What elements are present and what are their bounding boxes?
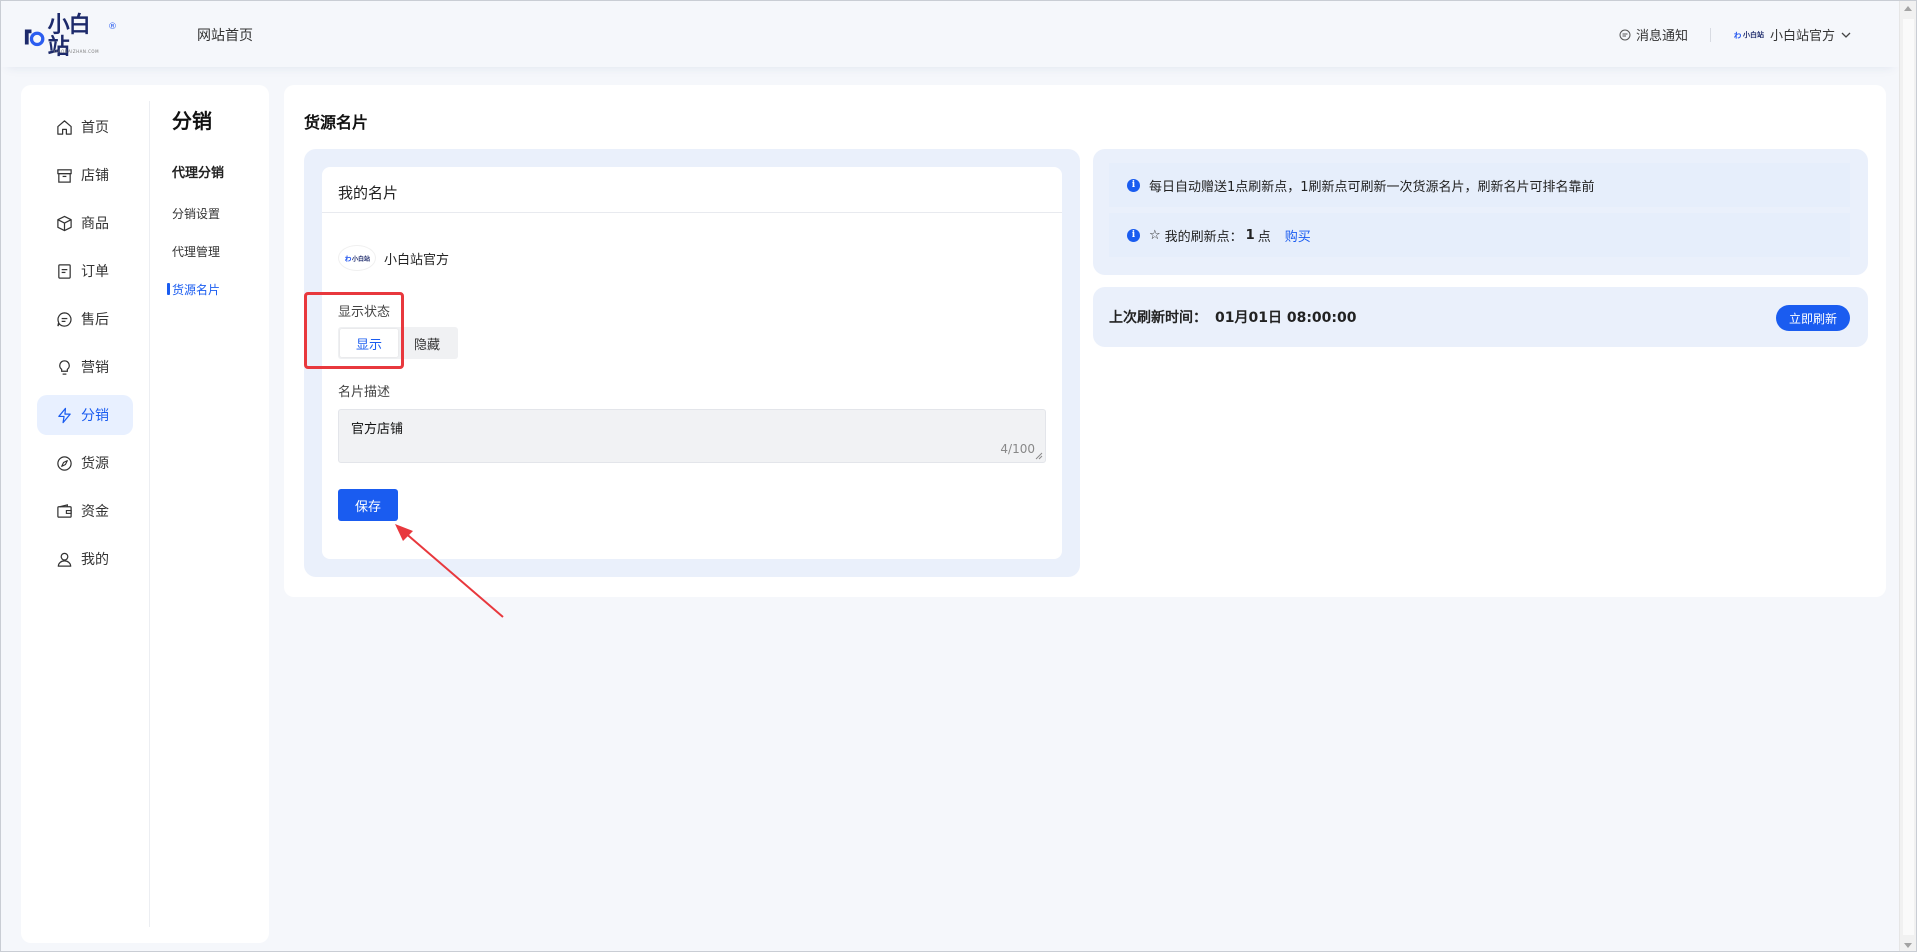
nav-home-link[interactable]: 网站首页 [197,25,253,45]
compass-icon [55,454,73,472]
status-label: 显示状态 [338,305,391,320]
star-icon: ☆ [1149,227,1161,243]
menu-item-store[interactable]: 店铺 [37,155,133,195]
points-unit: 点 [1257,229,1271,245]
message-icon [1619,29,1631,40]
header-divider [1709,27,1711,42]
box-icon [55,214,73,232]
points-value: 1 [1245,227,1255,243]
info-icon: i [1127,178,1140,192]
notice-text: 每日自动赠送1点刷新点，1刷新点可刷新一次货源名片，刷新名片可排名靠前 [1149,179,1595,195]
last-refresh: 上次刷新时间： 01月01日 08:00:00 [1109,307,1356,327]
sub-item-agents[interactable]: 代理管理 [172,243,268,261]
menu-item-home[interactable]: 首页 [37,107,133,147]
logo-registered: ® [108,22,117,32]
store-icon [55,166,73,184]
sub-item-supply-card[interactable]: 货源名片 [167,281,268,299]
user-icon [55,550,73,568]
menu-item-mine[interactable]: 我的 [37,539,133,579]
notice-row: i 每日自动赠送1点刷新点，1刷新点可刷新一次货源名片，刷新名片可排名靠前 [1109,163,1850,207]
chevron-down-icon [1841,32,1851,38]
resize-handle-icon[interactable] [1035,452,1043,460]
refresh-now-button[interactable]: 立即刷新 [1776,305,1850,331]
menu-item-supply[interactable]: 货源 [37,443,133,483]
info-icon: i [1127,228,1140,242]
page-title: 货源名片 [304,113,369,132]
sub-menu-title: 分销 [172,109,212,133]
user-avatar: ゎ小白站 [1732,30,1764,42]
order-icon [55,262,73,280]
save-button[interactable]: 保存 [338,489,398,521]
menu-item-product[interactable]: 商品 [37,203,133,243]
status-show-button[interactable]: 显示 [340,329,398,357]
buy-link[interactable]: 购买 [1285,226,1311,245]
refresh-panel: 上次刷新时间： 01月01日 08:00:00 立即刷新 [1093,287,1868,347]
app-window: 小白站 ® XIAOBAIZHAN.COM 网站首页 消息通知 ゎ小白站 小白站… [0,0,1917,952]
home-icon [55,118,73,136]
card-title: 我的名片 [322,167,1062,213]
site-logo[interactable]: 小白站 ® XIAOBAIZHAN.COM [23,15,117,59]
last-refresh-value: 01月01日 08:00:00 [1215,310,1357,326]
my-card: 我的名片 ゎ小白站 小白站官方 显示状态 显示 隐藏 名片描述 官方店铺 4/1… [322,167,1062,559]
info-panel: i 每日自动赠送1点刷新点，1刷新点可刷新一次货源名片，刷新名片可排名靠前 i … [1093,149,1868,275]
sidebar: 首页 店铺 商品 订单 售后 营销 分销 货源 资金 我的 分销 代理分销 分销… [21,85,269,943]
main-panel: 货源名片 我的名片 ゎ小白站 小白站官方 显示状态 显示 隐藏 名片描述 官方店… [284,85,1886,597]
header-actions: 消息通知 ゎ小白站 小白站官方 [1619,25,1851,44]
scroll-down-icon[interactable] [1904,943,1912,948]
vertical-scrollbar[interactable] [1899,1,1916,951]
menu-item-funds[interactable]: 资金 [37,491,133,531]
points-label: 我的刷新点： [1164,229,1243,245]
bulb-icon [55,358,73,376]
bolt-icon [55,406,73,424]
sidebar-divider [149,101,150,927]
logo-subtext: XIAOBAIZHAN.COM [53,49,100,54]
sub-menu: 分销 代理分销 分销设置 代理管理 货源名片 [167,105,268,319]
sub-menu-group: 代理分销 [172,166,225,181]
desc-counter: 4/100 [1000,442,1035,456]
card-wrapper: 我的名片 ゎ小白站 小白站官方 显示状态 显示 隐藏 名片描述 官方店铺 4/1… [304,149,1080,577]
menu-item-order[interactable]: 订单 [37,251,133,291]
sub-item-settings[interactable]: 分销设置 [172,205,268,223]
last-refresh-label: 上次刷新时间： [1109,310,1207,326]
menu-item-aftersale[interactable]: 售后 [37,299,133,339]
status-toggle: 显示 隐藏 [338,327,458,359]
desc-value: 官方店铺 [351,422,404,437]
main-menu: 首页 店铺 商品 订单 售后 营销 分销 货源 资金 我的 [37,107,133,587]
chat-icon [55,310,73,328]
shop-row: ゎ小白站 小白站官方 [338,245,449,271]
menu-item-distribution[interactable]: 分销 [37,395,133,435]
scroll-up-icon[interactable] [1904,6,1912,11]
shop-avatar: ゎ小白站 [338,245,376,271]
desc-label: 名片描述 [338,385,391,400]
points-row: i ☆ 我的刷新点： 1 点 购买 [1109,213,1850,257]
shop-name: 小白站官方 [384,252,450,268]
status-hide-button[interactable]: 隐藏 [398,329,456,357]
top-header: 小白站 ® XIAOBAIZHAN.COM 网站首页 消息通知 ゎ小白站 小白站… [1,1,1899,67]
scrollbar-thumb[interactable] [1903,19,1914,935]
wallet-icon [55,502,73,520]
message-label: 消息通知 [1635,29,1688,44]
desc-textarea[interactable]: 官方店铺 4/100 [338,409,1046,463]
logo-mark-icon [24,29,45,47]
menu-item-marketing[interactable]: 营销 [37,347,133,387]
message-notice[interactable]: 消息通知 [1619,25,1688,44]
user-name: 小白站官方 [1769,29,1835,44]
user-menu[interactable]: ゎ小白站 小白站官方 [1733,25,1851,44]
